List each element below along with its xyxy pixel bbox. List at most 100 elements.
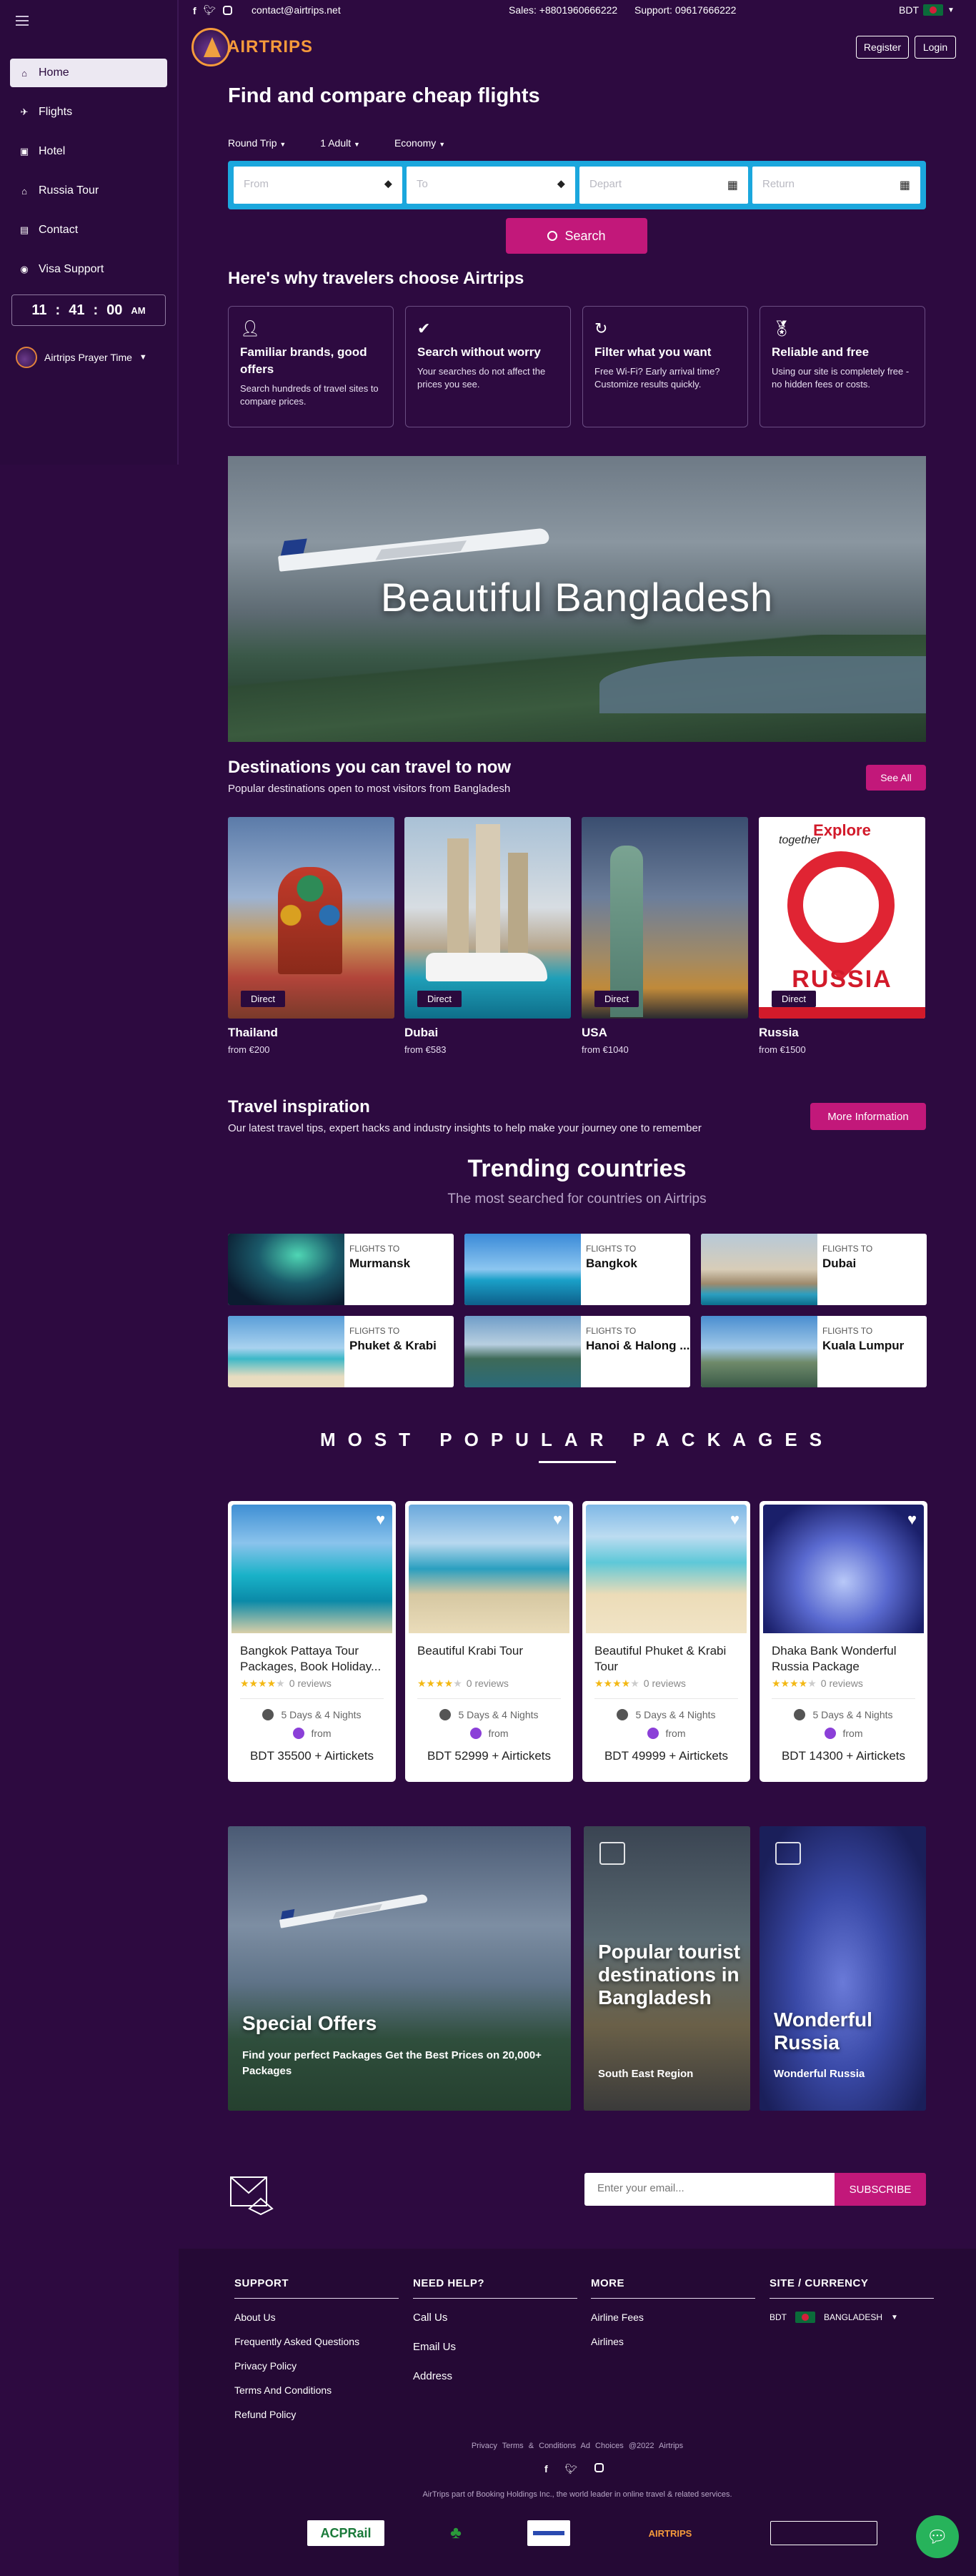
footer-link[interactable]: Email Us [413, 2341, 577, 2353]
depart-date-field[interactable]: Depart ▦ [579, 167, 748, 204]
trending-card[interactable]: FLIGHTS TO Phuket & Krabi [228, 1316, 454, 1387]
package-card[interactable]: ♥ Beautiful Krabi Tour ★★★★★ 0 reviews 5 … [405, 1501, 573, 1782]
trip-type-select[interactable]: Round Trip ▼ [228, 137, 286, 149]
return-date-field[interactable]: Return ▦ [752, 167, 920, 204]
see-all-button[interactable]: See All [866, 765, 926, 791]
more-information-button[interactable]: More Information [810, 1103, 926, 1130]
why-card: ✔ Search without worry Your searches do … [405, 306, 571, 427]
heart-icon[interactable]: ♥ [553, 1510, 562, 1529]
twitter-icon[interactable]: 🐦︎ [565, 2463, 578, 2475]
facebook-icon[interactable]: f [544, 2463, 548, 2475]
calendar-icon: ▦ [899, 179, 910, 192]
acprail-logo[interactable]: ACPRail [307, 2520, 384, 2546]
calendar-icon: ▦ [727, 179, 738, 192]
trending-card[interactable]: FLIGHTS TO Hanoi & Halong ... [464, 1316, 690, 1387]
direct-tag: Direct [772, 991, 816, 1007]
lightning-icon [824, 1728, 836, 1739]
destination-card[interactable]: Direct Dubai from €583 [404, 817, 571, 1055]
footer-legal-links[interactable]: Privacy Terms & Conditions Ad Choices @2… [179, 2442, 976, 2450]
clock-icon [262, 1709, 274, 1720]
footer-link[interactable]: Address [413, 2370, 577, 2382]
sidebar-item-visa-support[interactable]: ◉ Visa Support [10, 255, 167, 284]
currency-selector[interactable]: BDT ▼ [899, 4, 955, 16]
instagram-icon[interactable] [223, 6, 233, 15]
promo-special-offers[interactable]: Special Offers Find your perfect Package… [228, 1826, 571, 2111]
search-icon [547, 231, 558, 241]
package-card[interactable]: ♥ Dhaka Bank Wonderful Russia Package ★★… [760, 1501, 927, 1782]
sales-phone[interactable]: Sales: +8801960666222 [509, 4, 617, 16]
instagram-icon[interactable] [594, 2463, 604, 2472]
chat-button[interactable]: 💬︎ [916, 2515, 959, 2558]
hero-title: Beautiful Bangladesh [380, 575, 774, 620]
footer-heading: NEED HELP? [413, 2277, 577, 2299]
to-field[interactable]: To ⬥ [407, 167, 575, 204]
package-card[interactable]: ♥ Bangkok Pattaya Tour Packages, Book Ho… [228, 1501, 396, 1782]
login-button[interactable]: Login [915, 36, 956, 59]
footer-link[interactable]: Airlines [591, 2336, 755, 2347]
destination-card[interactable]: Direct USA from €1040 [582, 817, 748, 1055]
sidebar-item-home[interactable]: ⌂ Home [10, 59, 167, 87]
clock-seconds: 00 [106, 302, 123, 318]
refresh-icon: ↻ [594, 319, 608, 337]
trending-image [464, 1234, 581, 1305]
trending-card[interactable]: FLIGHTS TO Murmansk [228, 1234, 454, 1305]
package-card[interactable]: ♥ Beautiful Phuket & Krabi Tour ★★★★★ 0 r… [582, 1501, 750, 1782]
package-image: ♥ [409, 1505, 569, 1633]
footer-link[interactable]: Airline Fees [591, 2312, 755, 2323]
subscribe-button[interactable]: SUBSCRIBE [835, 2173, 926, 2206]
hero-banner: Beautiful Bangladesh [228, 456, 926, 742]
partner-logo[interactable] [527, 2520, 570, 2546]
country-selector[interactable]: BDT BANGLADESH ▼ [770, 2312, 934, 2323]
heart-icon[interactable]: ♥ [730, 1510, 740, 1529]
footer-link[interactable]: Terms And Conditions [234, 2384, 399, 2396]
footer-link[interactable]: Privacy Policy [234, 2360, 399, 2372]
site-logo[interactable]: AIRTRIPS [191, 27, 334, 67]
from-text: from [311, 1728, 332, 1739]
facebook-icon[interactable]: f [193, 5, 196, 16]
register-button[interactable]: Register [856, 36, 909, 59]
promo-bangladesh[interactable]: Popular tourist destinations in Banglade… [584, 1826, 750, 2111]
footer-link[interactable]: Call Us [413, 2312, 577, 2324]
promo-russia[interactable]: Wonderful Russia Wonderful Russia [760, 1826, 926, 2111]
heart-icon[interactable]: ♥ [907, 1510, 917, 1529]
chat-bubble-icon: 💬︎ [926, 2527, 949, 2547]
trending-card[interactable]: FLIGHTS TO Dubai [701, 1234, 927, 1305]
trending-card[interactable]: FLIGHTS TO Kuala Lumpur [701, 1316, 927, 1387]
prayer-time-dropdown[interactable]: Airtrips Prayer Time ▼ [16, 347, 147, 368]
clock-icon [439, 1709, 452, 1720]
footer-link[interactable]: Frequently Asked Questions [234, 2336, 399, 2347]
footer-link[interactable]: About Us [234, 2312, 399, 2323]
clover-logo[interactable]: ♣ [442, 2520, 470, 2546]
lightning-icon [647, 1728, 659, 1739]
destination-image: Direct [404, 817, 571, 1019]
sidebar-item-contact[interactable]: ▤ Contact [10, 216, 167, 244]
from-field[interactable]: From ⬥ [234, 167, 402, 204]
why-card-text: Free Wi-Fi? Early arrival time? Customiz… [594, 366, 720, 390]
heart-icon[interactable]: ♥ [376, 1510, 385, 1529]
promo-subtitle: South East Region [598, 2068, 694, 2080]
twitter-icon[interactable]: 🐦︎ [204, 4, 216, 16]
passengers-select[interactable]: 1 Adult ▼ [320, 137, 360, 149]
airtrips-partner-logo[interactable]: AIRTRIPS [627, 2520, 713, 2546]
footer-help: NEED HELP? Call Us Email Us Address [413, 2277, 577, 2382]
newsletter-email-input[interactable]: Enter your email... [584, 2173, 835, 2206]
why-card-text: Your searches do not affect the prices y… [417, 366, 546, 390]
sidebar-item-russia-tour[interactable]: ⌂ Russia Tour [10, 177, 167, 205]
destination-card[interactable]: Direct Thailand from €200 [228, 817, 394, 1055]
contact-email[interactable]: contact@airtrips.net [252, 4, 341, 16]
location-pin-icon: ⬥ [557, 178, 565, 190]
cabin-select[interactable]: Economy ▼ [394, 137, 445, 149]
sidebar-item-hotel[interactable]: ▣ Hotel [10, 137, 167, 166]
menu-icon[interactable] [16, 16, 29, 26]
trending-subtitle: The most searched for countries on Airtr… [447, 1192, 707, 1207]
sidebar-item-flights[interactable]: ✈ Flights [10, 98, 167, 127]
flights-to-label: FLIGHTS TO [586, 1326, 637, 1336]
support-phone[interactable]: Support: 09617666222 [634, 4, 736, 16]
search-button[interactable]: Search [506, 218, 647, 254]
destination-image: Direct [582, 817, 748, 1019]
trending-card[interactable]: FLIGHTS TO Bangkok [464, 1234, 690, 1305]
trending-image [464, 1316, 581, 1387]
clock-minutes: 41 [69, 302, 85, 318]
footer-link[interactable]: Refund Policy [234, 2409, 399, 2420]
destination-card[interactable]: Explore together RUSSIA Direct Russia fr… [759, 817, 925, 1055]
